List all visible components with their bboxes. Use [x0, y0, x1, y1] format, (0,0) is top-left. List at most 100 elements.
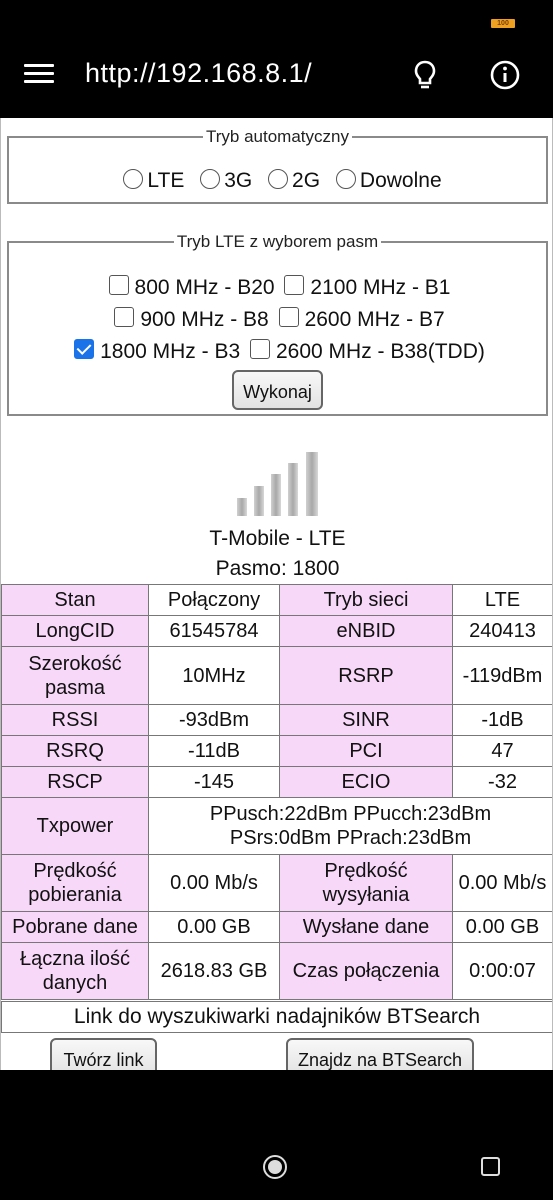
band-label-b7: 2600 MHz - B7	[304, 308, 445, 331]
stan-value: Połączony	[148, 584, 280, 616]
enbid-label: eNBID	[279, 615, 453, 647]
band-label-b8: 900 MHz - B8	[140, 308, 269, 331]
stats-table: Stan Połączony Tryb sieci LTE LongCID 61…	[1, 584, 552, 1000]
band-label-b38: 2600 MHz - B38(TDD)	[276, 340, 485, 363]
rscp-label: RSCP	[1, 766, 149, 798]
stan-label: Stan	[1, 584, 149, 616]
txpower-value: PPusch:22dBm PPucch:23dBm PSrs:0dBm PPrac…	[148, 797, 552, 855]
auto-mode-group: Tryb automatyczny LTE 3G 2G Dowolne	[7, 127, 548, 204]
checkbox-b20[interactable]	[108, 275, 129, 296]
radio-lte[interactable]	[123, 169, 144, 189]
checkbox-b3[interactable]	[74, 339, 95, 360]
total-data-value: 2618.83 GB	[148, 942, 280, 1000]
radio-2g[interactable]	[268, 169, 289, 189]
navigation-bar	[0, 1070, 553, 1200]
szerokosc-value: 10MHz	[148, 646, 280, 705]
szerokosc-label-line: pasma	[44, 676, 106, 699]
rsrq-value: -11dB	[148, 735, 280, 767]
enbid-value: 240413	[452, 615, 552, 647]
find-btsearch-button[interactable]: Znajdz na BTSearch	[286, 1038, 474, 1070]
uploaded-value: 0.00 GB	[452, 911, 552, 943]
page-content: Tryb automatyczny LTE 3G 2G Dowolne Tryb…	[0, 118, 553, 1070]
rssi-value: -93dBm	[148, 704, 280, 736]
uploaded-label: Wysłane dane	[279, 911, 453, 943]
table-row: RSSI -93dBm SINR -1dB	[1, 704, 552, 736]
table-row: RSCP -145 ECIO -32	[1, 766, 552, 798]
table-row: RSRQ -11dB PCI 47	[1, 735, 552, 767]
connection-time-label: Czas połączenia	[279, 942, 453, 1000]
lte-band-legend: Tryb LTE z wyborem pasm	[176, 232, 379, 251]
battery-icon: 100	[491, 19, 515, 28]
carrier-label: T-Mobile - LTE	[209, 527, 346, 550]
radio-3g[interactable]	[200, 169, 221, 189]
szerokosc-label: Szerokość pasma	[1, 646, 149, 705]
home-icon[interactable]	[263, 1155, 287, 1179]
band-label-b1: 2100 MHz - B1	[310, 276, 451, 299]
upload-speed-label-line: Prędkość	[324, 860, 408, 882]
rssi-label: RSSI	[1, 704, 149, 736]
rsrq-label: RSRQ	[1, 735, 149, 767]
checkbox-b38[interactable]	[250, 339, 270, 360]
band-row: 1800 MHz - B3 2600 MHz - B38(TDD)	[9, 338, 546, 370]
radio-label-2g: 2G	[292, 169, 321, 192]
rotate-icon[interactable]	[481, 1157, 500, 1176]
rsrp-value: -119dBm	[452, 646, 552, 705]
connection-time-value: 0:00:07	[452, 942, 552, 1000]
checkbox-b7[interactable]	[278, 307, 299, 328]
band-label-b3: 1800 MHz - B3	[100, 340, 241, 363]
table-row: Txpower PPusch:22dBm PPucch:23dBm PSrs:0d…	[1, 797, 552, 855]
pci-value: 47	[452, 735, 552, 767]
checkbox-b8[interactable]	[114, 307, 135, 328]
top-bar: 100 http://192.168.8.1/	[0, 0, 553, 118]
radio-any[interactable]	[335, 169, 356, 189]
rscp-value: -145	[148, 766, 280, 798]
band-label-b20: 800 MHz - B20	[134, 276, 275, 299]
band-row: 900 MHz - B8 2600 MHz - B7	[9, 306, 546, 338]
sinr-label: SINR	[279, 704, 453, 736]
rsrp-label: RSRP	[279, 646, 453, 705]
btsearch-title: Link do wyszukiwarki nadajników BTSearch	[1, 1001, 552, 1033]
longcid-value: 61545784	[148, 615, 280, 647]
create-link-button[interactable]: Twórz link	[50, 1038, 157, 1070]
band-label: Pasmo: 1800	[215, 557, 340, 580]
upload-speed-label-line: wysyłania	[322, 884, 410, 906]
ecio-label: ECIO	[279, 766, 453, 798]
tryb-value: LTE	[452, 584, 552, 616]
total-data-label: Łączna ilość danych	[1, 942, 149, 1000]
download-speed-value: 0.00 Mb/s	[148, 854, 280, 912]
table-row: Szerokość pasma 10MHz RSRP -119dBm	[1, 646, 552, 705]
table-row: Stan Połączony Tryb sieci LTE	[1, 584, 552, 616]
url-field[interactable]: http://192.168.8.1/	[85, 58, 312, 89]
sinr-value: -1dB	[452, 704, 552, 736]
radio-label-lte: LTE	[147, 169, 185, 192]
download-speed-label-line: pobierania	[28, 884, 122, 906]
signal-strength-icon	[237, 452, 318, 516]
szerokosc-label-line: Szerokość	[28, 652, 122, 675]
total-data-label-line: Łączna ilość	[19, 948, 131, 970]
tryb-label: Tryb sieci	[279, 584, 453, 616]
table-row: Łączna ilość danych 2618.83 GB Czas połąc…	[1, 942, 552, 1000]
lightbulb-icon[interactable]	[408, 58, 442, 92]
table-row: Prędkość pobierania 0.00 Mb/s Prędkość wys…	[1, 854, 552, 912]
band-row: 800 MHz - B20 2100 MHz - B1	[9, 274, 546, 306]
download-speed-label-line: Prędkość	[33, 860, 117, 882]
execute-button[interactable]: Wykonaj	[232, 370, 323, 410]
downloaded-label: Pobrane dane	[1, 911, 149, 943]
lte-band-group: Tryb LTE z wyborem pasm 800 MHz - B20 21…	[7, 232, 548, 416]
txpower-line: PPusch:22dBm PPucch:23dBm	[209, 803, 492, 825]
upload-speed-value: 0.00 Mb/s	[452, 854, 552, 912]
table-row: LongCID 61545784 eNBID 240413	[1, 615, 552, 647]
auto-mode-legend: Tryb automatyczny	[206, 127, 349, 146]
hamburger-menu-icon[interactable]	[24, 64, 54, 84]
txpower-line: PSrs:0dBm PPrach:23dBm	[229, 827, 472, 849]
table-row: Pobrane dane 0.00 GB Wysłane dane 0.00 G…	[1, 911, 552, 943]
pci-label: PCI	[279, 735, 453, 767]
info-icon[interactable]	[488, 58, 522, 92]
radio-label-3g: 3G	[224, 169, 253, 192]
total-data-label-line: danych	[42, 972, 108, 994]
downloaded-value: 0.00 GB	[148, 911, 280, 943]
checkbox-b1[interactable]	[284, 275, 305, 296]
upload-speed-label: Prędkość wysyłania	[279, 854, 453, 912]
ecio-value: -32	[452, 766, 552, 798]
longcid-label: LongCID	[1, 615, 149, 647]
